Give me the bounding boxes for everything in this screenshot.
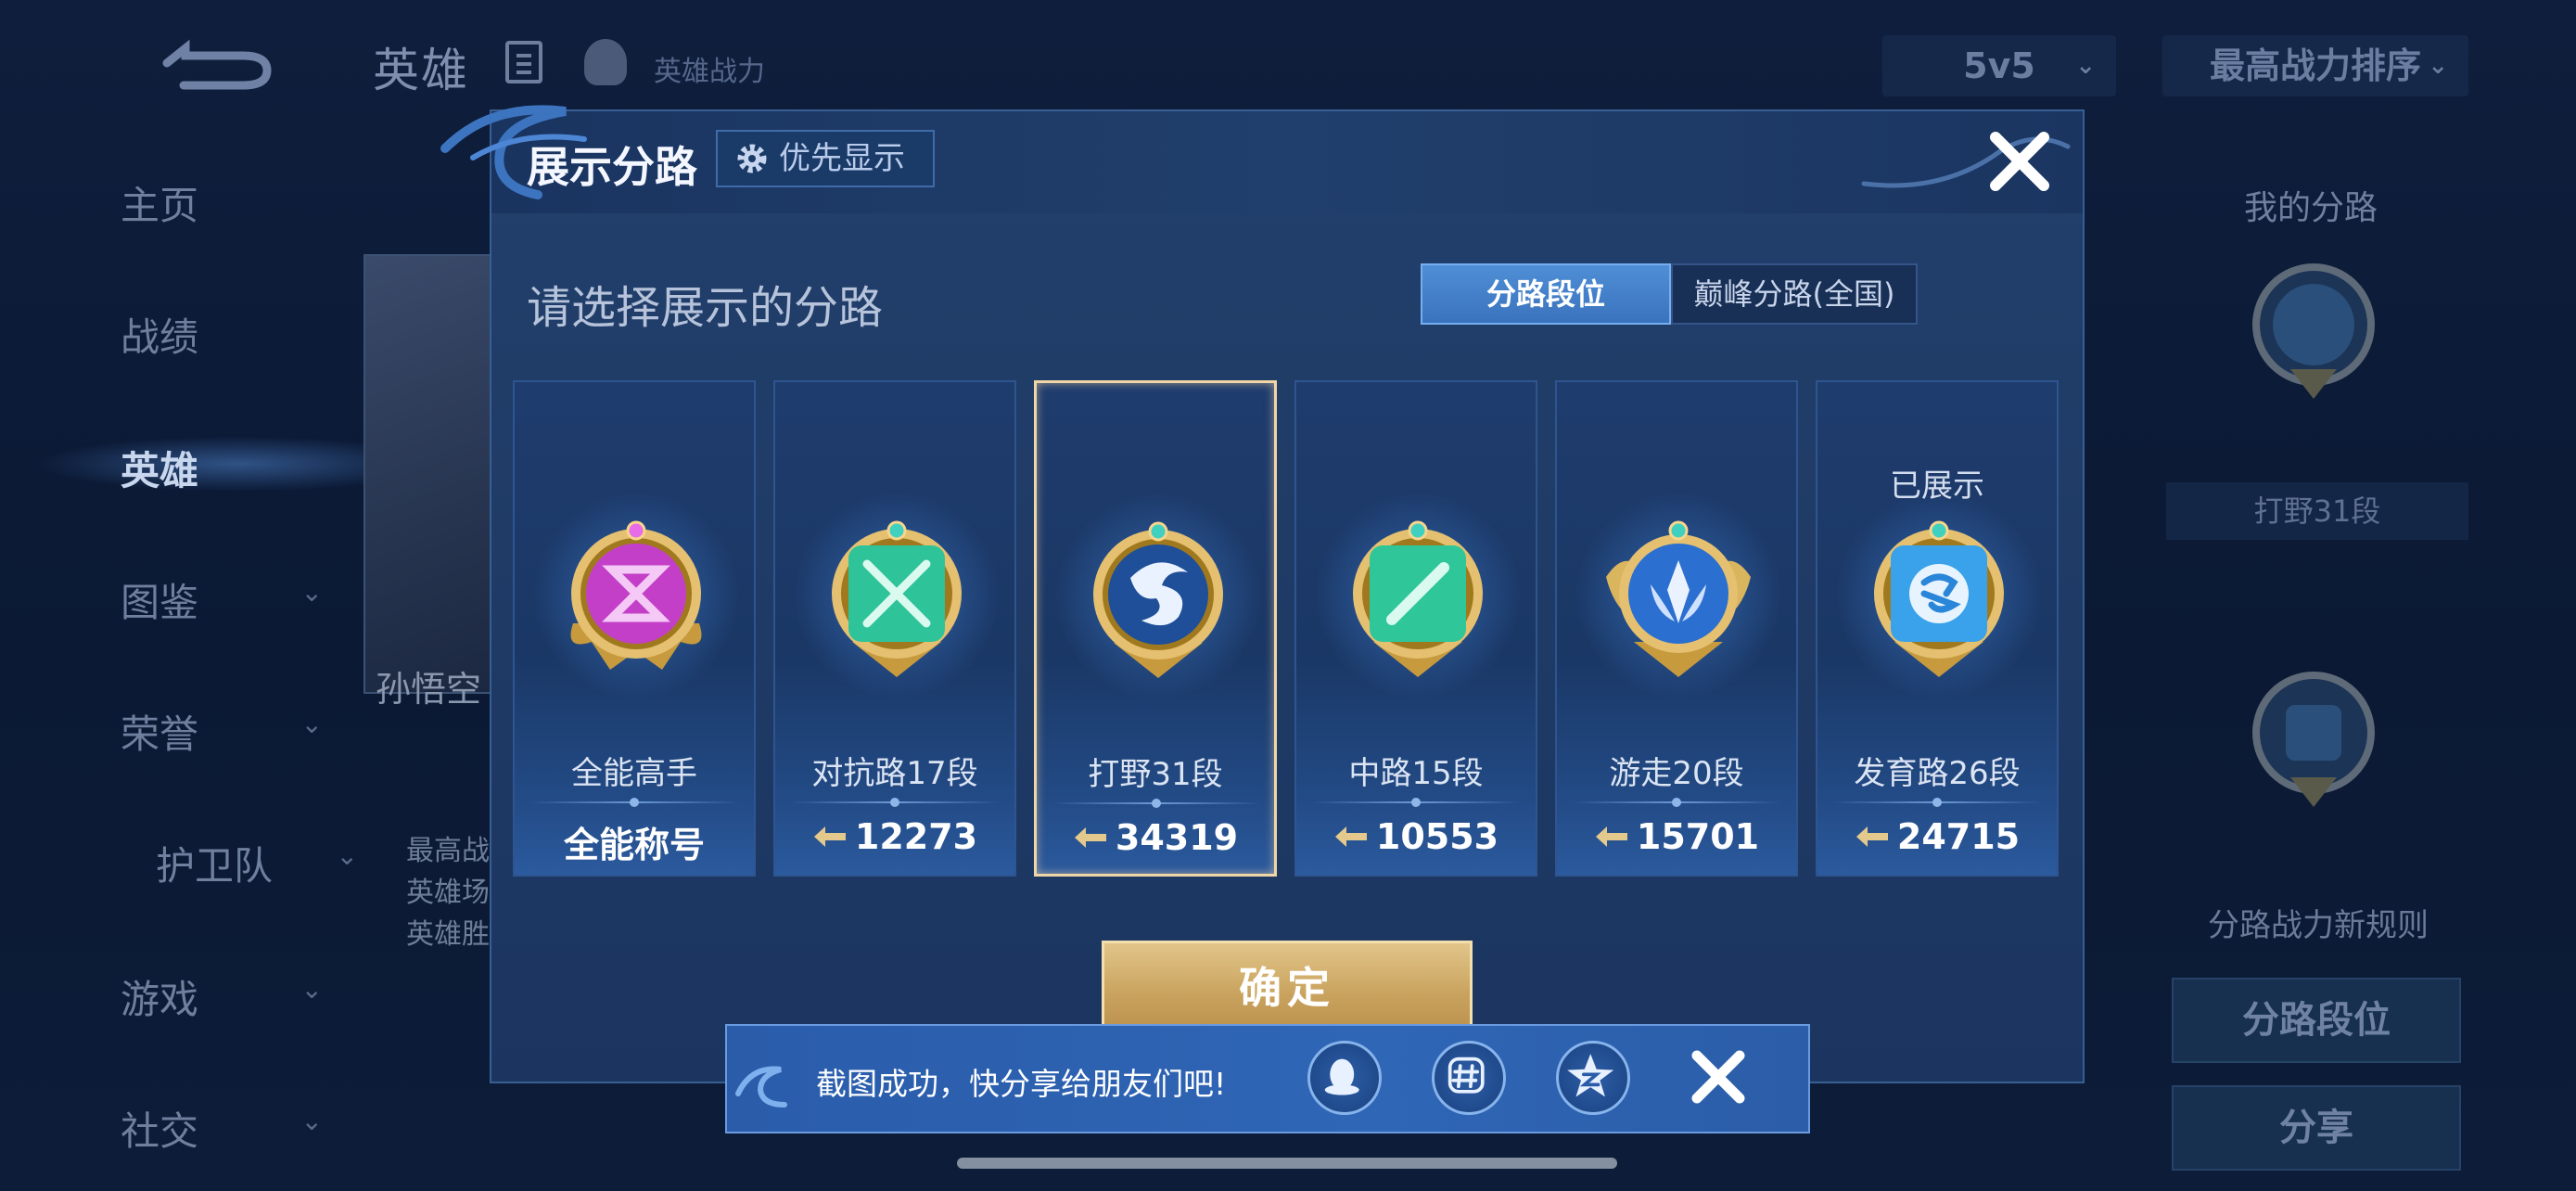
clash-lane-emblem-icon bbox=[832, 520, 962, 677]
hero-helmet-icon bbox=[584, 39, 627, 85]
jungle-emblem-icon bbox=[2252, 263, 2375, 399]
close-icon[interactable] bbox=[1686, 1044, 1751, 1109]
chevron-down-icon: ⌄ bbox=[300, 974, 323, 1005]
power-icon bbox=[1334, 826, 1367, 847]
chevron-down-icon: ⌄ bbox=[300, 577, 323, 608]
roam-emblem-icon bbox=[1606, 520, 1751, 677]
lane-card-clash[interactable]: 对抗路17段 12273 bbox=[773, 380, 1016, 877]
lane-card-roam[interactable]: 游走20段 15701 bbox=[1555, 380, 1798, 877]
share-button[interactable]: 分享 bbox=[2172, 1085, 2461, 1171]
chevron-down-icon: ⌄ bbox=[300, 709, 323, 739]
lane-power: 34319 bbox=[1037, 817, 1274, 858]
lane-name: 打野31段 bbox=[1088, 756, 1223, 793]
divider bbox=[790, 798, 1000, 807]
divider bbox=[1052, 799, 1261, 808]
power-icon bbox=[1855, 826, 1888, 847]
lane-power: 全能称号 bbox=[563, 825, 705, 865]
sidebar-item-honor[interactable]: 荣誉 ⌄ bbox=[121, 703, 362, 760]
allround-emblem-icon bbox=[570, 520, 702, 670]
dialog-title: 展示分路 bbox=[527, 142, 697, 192]
tab-peak-lane[interactable]: 巅峰分路(全国) bbox=[1671, 263, 1918, 325]
lane-name: 对抗路17段 bbox=[811, 755, 978, 792]
sort-select[interactable]: 最高战力排序 ⌄ bbox=[2162, 35, 2468, 96]
sidebar-item-home[interactable]: 主页 bbox=[121, 174, 362, 231]
shown-label: 已展示 bbox=[1890, 467, 1984, 505]
lane-card-allround[interactable]: 全能高手 全能称号 bbox=[513, 380, 756, 877]
cloud-swirl-decoration bbox=[735, 1066, 787, 1108]
lane-name: 游走20段 bbox=[1609, 755, 1744, 792]
sidebar-item-game[interactable]: 游戏 ⌄ bbox=[121, 968, 362, 1025]
farm-lane-emblem-icon bbox=[1874, 520, 2004, 677]
lane-power-rule-link[interactable]: 分路战力新规则 bbox=[2170, 900, 2467, 945]
dialog-subtitle: 请选择展示的分路 bbox=[527, 282, 884, 334]
lane-name: 中路15段 bbox=[1348, 755, 1484, 792]
back-arrow-icon[interactable] bbox=[158, 28, 278, 93]
jungle-emblem-icon bbox=[1093, 521, 1223, 678]
divider bbox=[1311, 798, 1521, 807]
my-lane-title: 我的分路 bbox=[2244, 189, 2378, 227]
lane-name: 发育路26段 bbox=[1854, 755, 2021, 792]
divider bbox=[1572, 798, 1781, 807]
adc-emblem-icon bbox=[2252, 672, 2375, 807]
power-icon bbox=[1595, 826, 1627, 847]
mode-select[interactable]: 5v5 ⌄ bbox=[1882, 35, 2116, 96]
current-lane-label: 打野31段 bbox=[2166, 482, 2468, 540]
divider bbox=[1832, 798, 2042, 807]
power-icon bbox=[1074, 827, 1106, 848]
sidebar-item-codex[interactable]: 图鉴 ⌄ bbox=[121, 571, 362, 628]
lane-name: 全能高手 bbox=[571, 755, 697, 792]
lane-power: 15701 bbox=[1557, 816, 1796, 857]
mid-lane-emblem-icon bbox=[1353, 520, 1483, 677]
hero-power-label[interactable]: 英雄战力 bbox=[654, 48, 765, 89]
qzone-icon[interactable] bbox=[1556, 1041, 1630, 1115]
lane-card-farm[interactable]: 已展示 发育路26段 24715 bbox=[1816, 380, 2059, 877]
lane-power: 24715 bbox=[1817, 816, 2057, 857]
sidebar-item-record[interactable]: 战绩 bbox=[121, 306, 362, 363]
sidebar-item-guard[interactable]: 护卫队 ⌄ bbox=[156, 835, 397, 891]
chevron-down-icon: ⌄ bbox=[2075, 52, 2096, 80]
sidebar-item-hero[interactable]: 英雄 bbox=[121, 440, 362, 496]
lane-card-mid[interactable]: 中路15段 10553 bbox=[1294, 380, 1537, 877]
priority-display-button[interactable]: 优先显示 bbox=[716, 130, 935, 187]
gear-icon bbox=[737, 144, 767, 173]
tab-lane-rank[interactable]: 分路段位 bbox=[1421, 263, 1671, 325]
chevron-down-icon: ⌄ bbox=[300, 1106, 323, 1136]
hero-name: 孙悟空 bbox=[376, 669, 482, 710]
chevron-down-icon: ⌄ bbox=[2428, 52, 2448, 80]
power-icon bbox=[813, 826, 846, 847]
chevron-down-icon: ⌄ bbox=[336, 840, 358, 871]
toast-message: 截图成功，快分享给朋友们吧! bbox=[816, 1066, 1227, 1102]
lane-power: 10553 bbox=[1296, 816, 1536, 857]
qq-icon[interactable] bbox=[1307, 1041, 1382, 1115]
hero-info: 最高战 英雄场 英雄胜 bbox=[406, 835, 490, 951]
lane-rank-button[interactable]: 分路段位 bbox=[2172, 978, 2461, 1063]
page-title: 英雄 bbox=[373, 44, 469, 97]
close-icon[interactable] bbox=[1984, 126, 2055, 197]
moments-icon[interactable] bbox=[1432, 1041, 1506, 1115]
list-icon[interactable] bbox=[505, 41, 542, 83]
lane-card-jungle[interactable]: 打野31段 34319 bbox=[1034, 380, 1277, 877]
divider bbox=[529, 798, 739, 807]
lane-power: 12273 bbox=[775, 816, 1014, 857]
home-indicator[interactable] bbox=[957, 1158, 1617, 1169]
sidebar-item-social[interactable]: 社交 ⌄ bbox=[121, 1100, 362, 1157]
